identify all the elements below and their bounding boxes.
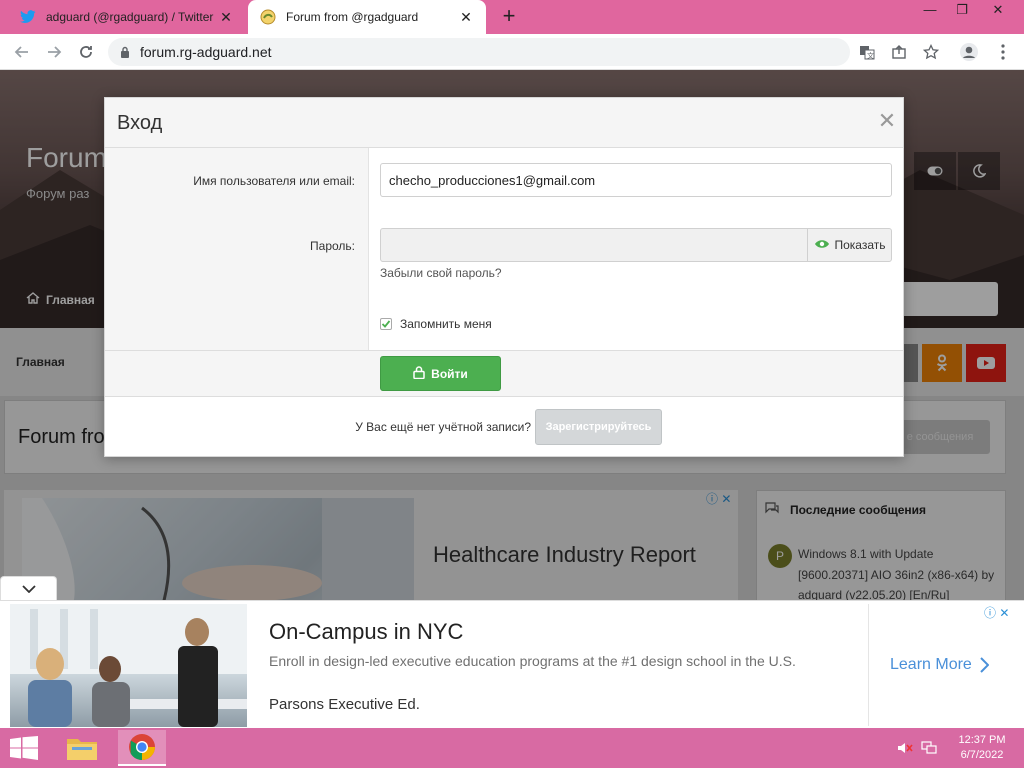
close-icon[interactable]: ✕ (875, 110, 899, 134)
tab-title: adguard (@rgadguard) / Twitter (46, 10, 214, 24)
adchoices-icon[interactable]: ⓘ ✕ (984, 604, 1009, 621)
login-dialog: Вход ✕ Имя пользователя или email: chech… (104, 97, 904, 457)
restore-icon[interactable]: ❐ (946, 0, 978, 22)
lock-icon (413, 365, 425, 382)
reload-button[interactable] (74, 40, 98, 64)
ad-photo (10, 604, 247, 727)
windows-taskbar: 12:37 PM 6/7/2022 (0, 728, 1024, 768)
tab-twitter[interactable]: adguard (@rgadguard) / Twitter ✕ (8, 0, 246, 34)
forum-favicon-icon (260, 9, 276, 25)
browser-tab-bar: adguard (@rgadguard) / Twitter ✕ Forum f… (0, 0, 1024, 34)
collapse-ad-button[interactable] (0, 576, 57, 600)
speaker-muted-icon[interactable] (896, 740, 914, 756)
url-bar[interactable]: forum.rg-adguard.net (108, 38, 850, 66)
submit-row (105, 350, 903, 397)
tab-forum[interactable]: Forum from @rgadguard ✕ (248, 0, 486, 34)
register-button[interactable]: Зарегистрируйтесь (535, 409, 662, 445)
network-icon[interactable] (920, 740, 938, 756)
new-tab-button[interactable]: + (496, 5, 522, 29)
url-text: forum.rg-adguard.net (140, 44, 272, 60)
twitter-icon (20, 9, 36, 25)
forgot-password-link[interactable]: Забыли свой пароль? (380, 266, 502, 280)
show-password-button[interactable]: Показать (807, 228, 892, 262)
forward-button[interactable] (42, 40, 66, 64)
chrome-taskbar-icon[interactable] (118, 730, 166, 766)
windows-start-icon[interactable] (10, 736, 38, 760)
divider (868, 604, 869, 726)
forward-arrow-icon (48, 46, 62, 58)
clock-date: 6/7/2022 (960, 749, 1004, 761)
reload-icon (80, 46, 92, 58)
share-icon[interactable] (888, 41, 910, 63)
close-tab-icon[interactable]: ✕ (458, 9, 474, 25)
back-arrow-icon (14, 46, 28, 58)
translate-icon[interactable]: 文 (856, 41, 878, 63)
clock-time: 12:37 PM (958, 734, 1006, 746)
minimize-icon[interactable]: — (914, 0, 946, 22)
username-field[interactable]: checho_producciones1@gmail.com (380, 163, 892, 197)
login-button[interactable]: Войти (380, 356, 501, 391)
system-clock[interactable]: 12:37 PM 6/7/2022 (950, 733, 1014, 763)
profile-avatar-icon[interactable] (958, 41, 980, 63)
address-toolbar: forum.rg-adguard.net 文 (0, 34, 1024, 70)
svg-text:文: 文 (867, 51, 874, 60)
login-button-label: Войти (431, 366, 468, 381)
dialog-header: Вход ✕ (105, 98, 903, 148)
password-label: Пароль: (310, 239, 355, 253)
show-password-label: Показать (834, 238, 886, 252)
bookmark-star-icon[interactable] (920, 41, 942, 63)
chevron-down-icon (21, 584, 36, 593)
register-prompt: У Вас ещё нет учётной записи? (355, 420, 531, 434)
eye-icon (814, 238, 830, 252)
ad-title[interactable]: On-Campus in NYC (269, 619, 463, 645)
learn-more-label: Learn More (890, 656, 972, 673)
back-button[interactable] (10, 40, 34, 64)
username-label: Имя пользователя или email: (193, 174, 355, 188)
file-explorer-icon[interactable] (58, 730, 106, 766)
menu-kebab-icon[interactable] (992, 41, 1014, 63)
ad-advertiser: Parsons Executive Ed. (269, 696, 420, 713)
dialog-title: Вход (117, 112, 163, 134)
tab-title: Forum from @rgadguard (286, 10, 419, 24)
close-tab-icon[interactable]: ✕ (218, 9, 234, 25)
learn-more-button[interactable]: Learn More (890, 656, 989, 674)
lock-icon (120, 46, 130, 58)
remember-me-label: Запомнить меня (400, 317, 492, 331)
chevron-right-icon (980, 657, 989, 673)
remember-me-checkbox[interactable]: Запомнить меня (380, 317, 492, 331)
close-window-icon[interactable]: ✕ (982, 0, 1014, 22)
checkbox-checked-icon[interactable] (380, 318, 392, 330)
ad-description: Enroll in design-led executive education… (269, 653, 796, 669)
